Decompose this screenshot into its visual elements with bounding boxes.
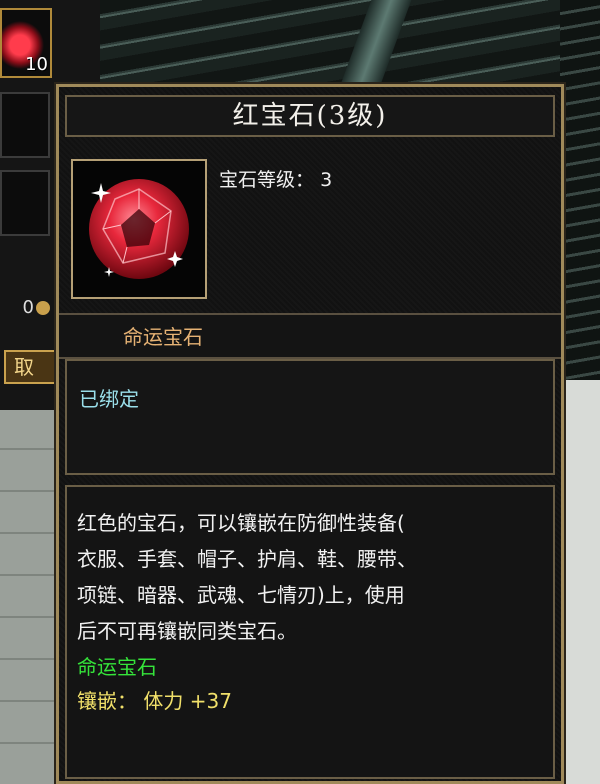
take-button[interactable]: 取 <box>4 350 60 384</box>
inlay-stat: 体力 <box>143 689 184 713</box>
bind-status: 已绑定 <box>79 387 139 411</box>
bind-status-box <box>65 359 555 475</box>
gem-level-label: 宝石等级： <box>219 169 315 191</box>
description-line: 项链、暗器、武魂、七情刃)上，使用 <box>77 583 405 607</box>
gold-display: 0 <box>0 290 60 326</box>
item-tooltip: 红宝石(3级) 宝石等级： 3 命运宝石 已绑定 红色的宝石，可以镶嵌在防御性装… <box>56 84 564 784</box>
description-line: 衣服、手套、帽子、护肩、鞋、腰带、 <box>77 547 417 571</box>
gold-amount: 0 <box>22 297 34 318</box>
inlay-label: 镶嵌： <box>77 689 137 713</box>
gold-coin-icon <box>36 301 50 315</box>
inventory-slot-gem[interactable]: 10 <box>0 8 52 78</box>
inlay-value: +37 <box>189 689 232 713</box>
gem-level: 宝石等级： 3 <box>219 165 332 192</box>
item-icon-frame <box>71 159 207 299</box>
roof-right-background <box>560 0 600 380</box>
red-gem-icon <box>89 179 189 279</box>
white-wall-background <box>560 380 600 784</box>
gem-level-value: 3 <box>320 169 333 191</box>
item-category: 命运宝石 <box>123 325 203 349</box>
inventory-slot-empty[interactable] <box>0 92 50 158</box>
set-name: 命运宝石 <box>77 655 157 679</box>
stone-wall-background <box>0 400 60 784</box>
inventory-slot-empty[interactable] <box>0 170 50 236</box>
item-description: 红色的宝石，可以镶嵌在防御性装备( 衣服、手套、帽子、护肩、鞋、腰带、 项链、暗… <box>77 505 547 649</box>
stack-count: 10 <box>25 54 48 75</box>
inlay-bonus: 镶嵌： 体力 +37 <box>77 685 232 714</box>
description-line: 后不可再镶嵌同类宝石。 <box>77 619 297 643</box>
item-title: 红宝石(3级) <box>65 95 555 137</box>
description-line: 红色的宝石，可以镶嵌在防御性装备( <box>77 511 405 535</box>
